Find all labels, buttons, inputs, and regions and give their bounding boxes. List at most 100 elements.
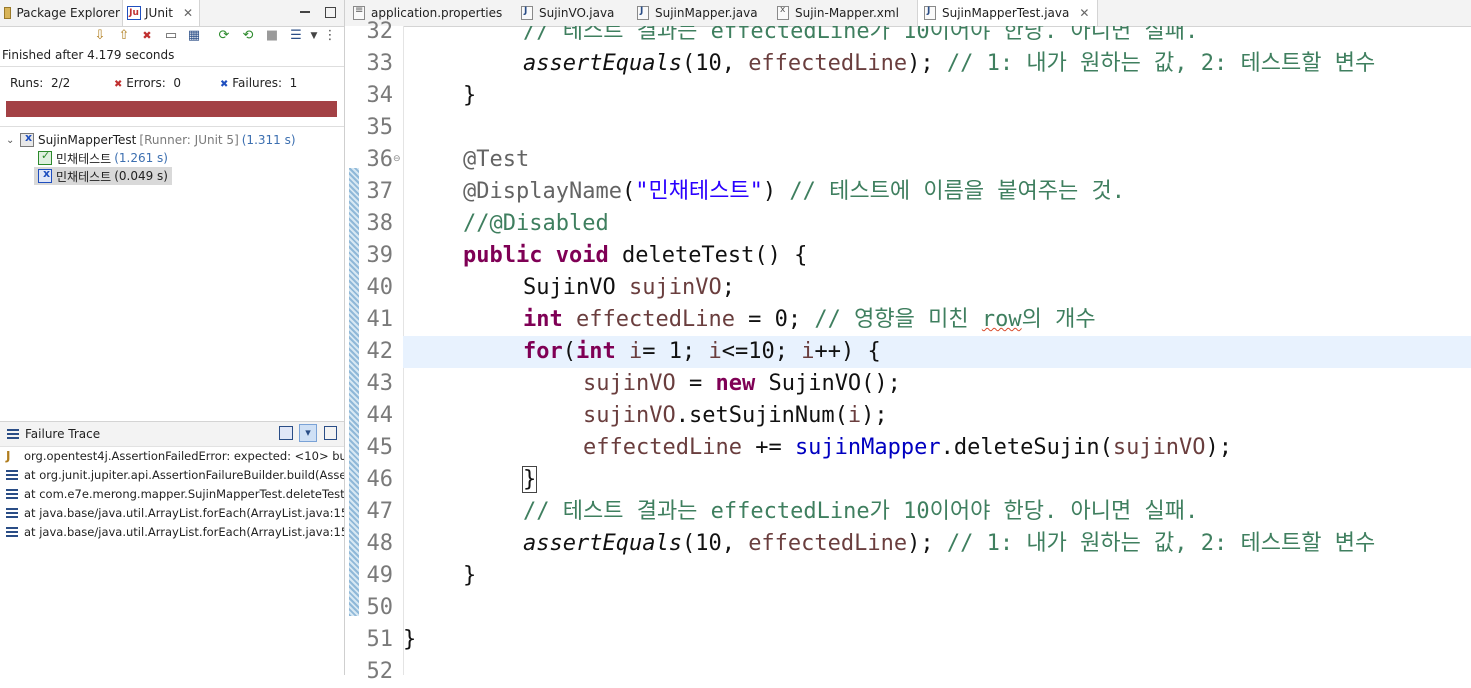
stack-frame-icon — [6, 488, 18, 499]
code-line[interactable] — [403, 656, 1471, 675]
matching-bracket: } — [521, 466, 538, 493]
code-line[interactable] — [403, 112, 1471, 144]
compare-results-icon[interactable] — [279, 426, 293, 440]
code-text: ); — [907, 531, 947, 556]
code-text: = 0; — [734, 307, 815, 332]
tab-sujinvo-java[interactable]: SujinVO.java — [521, 0, 614, 26]
line-number: 51 — [366, 627, 394, 652]
test-passed-icon — [38, 149, 52, 165]
previous-failure-icon[interactable]: ⇧ — [116, 28, 132, 44]
keyword: int — [523, 307, 563, 332]
code-line[interactable]: @DisplayName("민채테스트") // 테스트에 이름을 붙여주는 것… — [403, 176, 1471, 208]
code-line[interactable]: } — [403, 80, 1471, 112]
close-icon[interactable]: ✕ — [1079, 6, 1089, 20]
code-text: ) — [762, 179, 790, 204]
code-text: ( — [562, 339, 576, 364]
minimize-icon[interactable] — [299, 11, 310, 13]
keyword: int — [576, 339, 616, 364]
trace-line[interactable]: J org.opentest4j.AssertionFailedError: e… — [6, 446, 344, 465]
scroll-lock-icon[interactable]: ▭ — [163, 28, 179, 44]
tab-label: Package Explorer — [16, 6, 120, 20]
tab-sujin-mapper-xml[interactable]: Sujin-Mapper.xml — [777, 0, 899, 26]
history-icon[interactable]: ▦ — [186, 28, 202, 44]
keyword: public — [463, 243, 543, 268]
current-code-line[interactable]: for(int i= 1; i<=10; i++) { — [403, 336, 1471, 368]
field-reference: sujinMapper — [794, 435, 941, 460]
comment: // 테스트 결과는 effectedLine가 10이어야 한당. 아니면 실… — [523, 499, 1199, 524]
show-failures-only-icon[interactable]: ✖ — [139, 28, 155, 44]
rerun-icon[interactable]: ⟳ — [216, 28, 232, 44]
error-icon: ✖ — [114, 79, 123, 90]
trace-line[interactable]: at java.base/java.util.ArrayList.forEach… — [6, 522, 344, 541]
tree-item-suite[interactable]: ⌄ SujinMapperTest [Runner: JUnit 5] (1.3… — [6, 131, 296, 149]
view-tab-bar: Package Explorer Ju JUnit ✕ — [0, 0, 344, 27]
trace-line[interactable]: at com.e7e.merong.mapper.SujinMapperTest… — [6, 484, 344, 503]
tab-package-explorer[interactable]: Package Explorer — [4, 0, 120, 26]
code-line[interactable]: SujinVO sujinVO; — [403, 272, 1471, 304]
local-variable: i — [629, 339, 643, 364]
trace-line[interactable]: at java.base/java.util.ArrayList.forEach… — [6, 503, 344, 522]
stop-icon[interactable]: ■ — [264, 28, 280, 44]
trace-text: at org.junit.jupiter.api.AssertionFailur… — [24, 467, 344, 482]
fold-collapse-icon[interactable]: ⊖ — [393, 154, 401, 164]
comment: // 1: 내가 원하는 값, 2: 테스트할 변수 — [946, 531, 1376, 556]
code-line[interactable] — [403, 592, 1471, 624]
code-line[interactable]: } — [403, 624, 1471, 656]
failures-label: Failures: — [232, 76, 282, 90]
failure-trace-title: Failure Trace — [25, 427, 101, 441]
tab-label: JUnit — [145, 6, 173, 20]
code-line[interactable]: } — [403, 464, 1471, 496]
local-variable: i — [708, 339, 722, 364]
code-line[interactable]: // 테스트 결과는 effectedLine가 10이어야 한당. 아니면 실… — [403, 26, 1471, 48]
line-number: 47 — [366, 499, 394, 524]
line-number: 35 — [366, 115, 394, 140]
comment: // 영향을 미친 — [814, 307, 982, 332]
chevron-down-icon[interactable]: ▼ — [306, 28, 322, 44]
code-line[interactable]: @Test — [403, 144, 1471, 176]
code-text: ( — [621, 179, 636, 204]
maximize-icon[interactable] — [325, 6, 336, 18]
code-line[interactable]: public void deleteTest() { — [403, 240, 1471, 272]
java-editor: application.properties SujinVO.java Suji… — [345, 0, 1471, 684]
code-text: ); — [907, 51, 947, 76]
test-name: 민채테스트 — [56, 151, 112, 166]
test-history-icon[interactable]: ☰ — [288, 28, 304, 44]
code-line[interactable]: //@Disabled — [403, 208, 1471, 240]
next-failure-icon[interactable]: ⇩ — [92, 28, 108, 44]
code-area[interactable]: // 테스트 결과는 effectedLine가 10이어야 한당. 아니면 실… — [403, 26, 1471, 675]
tree-item-test[interactable]: 민채테스트 (0.049 s) — [34, 167, 172, 185]
runs-counter: Runs: 2/2 — [10, 76, 70, 90]
test-tree: ⌄ SujinMapperTest [Runner: JUnit 5] (1.3… — [0, 126, 344, 422]
tree-item-test[interactable]: 민채테스트 (1.261 s) — [38, 149, 168, 167]
code-line[interactable]: // 테스트 결과는 effectedLine가 10이어야 한당. 아니면 실… — [403, 496, 1471, 528]
trace-line[interactable]: at org.junit.jupiter.api.AssertionFailur… — [6, 465, 344, 484]
suite-runner: [Runner: JUnit 5] — [139, 133, 239, 147]
code-line[interactable]: sujinVO.setSujinNum(i); — [403, 400, 1471, 432]
errors-label: Errors: — [126, 76, 166, 90]
package-explorer-icon — [4, 7, 12, 19]
filter-stack-icon[interactable]: ▾ — [299, 424, 317, 442]
code-line[interactable]: assertEquals(10, effectedLine); // 1: 내가… — [403, 528, 1471, 560]
chevron-down-icon[interactable]: ⌄ — [6, 135, 18, 146]
tab-sujinmapper-java[interactable]: SujinMapper.java — [637, 0, 758, 26]
code-text: <=10; — [721, 339, 802, 364]
code-text: (10, — [681, 531, 749, 556]
view-menu-icon[interactable]: ⋮ — [322, 28, 338, 44]
tab-sujinmappertest-java[interactable]: SujinMapperTest.java ✕ — [917, 0, 1099, 26]
local-variable: sujinVO — [583, 403, 676, 428]
code-text: += — [741, 435, 795, 460]
code-line[interactable]: sujinVO = new SujinVO(); — [403, 368, 1471, 400]
close-icon[interactable]: ✕ — [183, 6, 193, 20]
junit-view: Package Explorer Ju JUnit ✕ ⇩ ⇧ ✖ ▭ ▦ ⟳ … — [0, 0, 345, 675]
errors-value: 0 — [173, 76, 182, 90]
line-number: 36 — [366, 147, 394, 172]
rerun-failed-icon[interactable]: ⟲ — [240, 28, 256, 44]
tab-junit[interactable]: Ju JUnit ✕ — [122, 0, 200, 26]
code-line[interactable]: } — [403, 560, 1471, 592]
code-line[interactable]: assertEquals(10, effectedLine); // 1: 내가… — [403, 48, 1471, 80]
failures-counter: ✖ Failures: 1 — [220, 76, 297, 90]
copy-trace-icon[interactable] — [324, 426, 337, 440]
type-name: SujinVO — [523, 275, 629, 300]
code-line[interactable]: int effectedLine = 0; // 영향을 미친 row의 개수 — [403, 304, 1471, 336]
code-line[interactable]: effectedLine += sujinMapper.deleteSujin(… — [403, 432, 1471, 464]
